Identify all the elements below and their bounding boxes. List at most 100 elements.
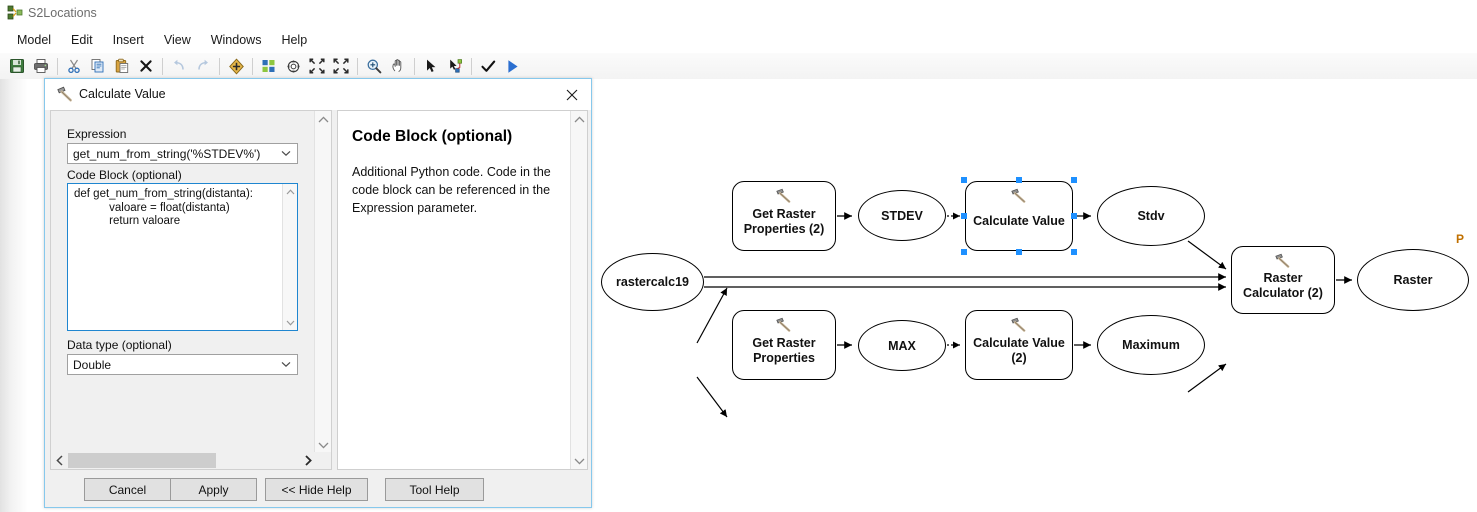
dialog-button-row: Cancel Apply << Hide Help Tool Help [45,472,593,509]
model-node-raster-calculator-2[interactable]: Raster Calculator (2) [1231,246,1335,314]
selection-handle-nw[interactable] [961,177,967,183]
params-horizontal-scrollbar[interactable] [51,452,331,469]
toolbar-separator [357,57,358,75]
hammer-tool-icon [1273,253,1293,269]
selection-handle-e[interactable] [1071,213,1077,219]
auto-layout-icon[interactable] [258,55,280,77]
hammer-tool-icon [1009,317,1029,333]
menu-item-view[interactable]: View [155,29,200,51]
code-block-scrollbar[interactable] [282,184,297,330]
model-node-raster[interactable]: Raster [1357,249,1469,311]
chevron-down-icon[interactable] [281,355,291,374]
toolbar-separator [162,57,163,75]
run-icon[interactable] [501,55,523,77]
scroll-down-icon[interactable] [571,453,587,469]
apply-button[interactable]: Apply [170,478,257,501]
model-node-max[interactable]: MAX [858,320,946,371]
node-label: Maximum [1122,338,1180,352]
select-tool-icon[interactable] [420,55,442,77]
scroll-up-icon[interactable] [283,184,297,199]
data-type-select[interactable]: Double [67,354,298,375]
model-node-rastercalc19[interactable]: rastercalc19 [601,253,704,311]
params-vertical-scrollbar[interactable] [314,111,331,453]
menu-item-model[interactable]: Model [8,29,60,51]
model-node-stdv[interactable]: Stdv [1097,186,1205,246]
selection-handle-se[interactable] [1071,249,1077,255]
toolbar-separator [219,57,220,75]
code-block-input[interactable]: def get_num_from_string(distanta): valoa… [67,183,298,331]
node-label: Stdv [1137,209,1165,223]
selection-handle-sw[interactable] [961,249,967,255]
scroll-up-icon[interactable] [571,111,587,127]
model-node-calculate-value[interactable]: Calculate Value [961,177,1077,255]
model-node-get-raster-properties[interactable]: Get Raster Properties [732,310,836,380]
hammer-tool-icon [774,317,794,333]
parameter-marker: P [1456,232,1465,246]
validate-icon[interactable] [477,55,499,77]
toolbar [0,53,1477,80]
zoom-in-icon[interactable] [330,55,352,77]
paste-icon[interactable] [111,55,133,77]
dialog-body: Expression get_num_from_string('%STDEV%'… [45,110,593,509]
redo-icon[interactable] [192,55,214,77]
node-label: MAX [888,338,916,353]
menubar: Model Edit Insert View Windows Help [0,26,1477,53]
scroll-right-icon[interactable] [300,452,317,469]
zoom-tool-icon[interactable] [363,55,385,77]
selection-handle-n[interactable] [1016,177,1022,183]
delete-icon[interactable] [135,55,157,77]
code-block-value: def get_num_from_string(distanta): valoa… [74,188,253,227]
model-node-maximum[interactable]: Maximum [1097,315,1205,375]
model-builder-icon [7,5,23,21]
node-label: Raster [1393,273,1433,287]
dialog-title: Calculate Value [79,87,166,101]
add-data-icon[interactable] [225,55,247,77]
toolbar-separator [57,57,58,75]
menu-item-windows[interactable]: Windows [202,29,271,51]
model-node-calculate-value-2[interactable]: Calculate Value (2) [965,310,1073,380]
selection-handle-s[interactable] [1016,249,1022,255]
selection-handle-w[interactable] [961,213,967,219]
window-titlebar: S2Locations [0,0,1477,26]
cancel-button[interactable]: Cancel [84,478,171,501]
chevron-down-icon[interactable] [281,144,291,163]
selection-handle-ne[interactable] [1071,177,1077,183]
help-pane: Code Block (optional) Additional Python … [337,110,588,470]
print-icon[interactable] [30,55,52,77]
zoom-out-icon[interactable] [306,55,328,77]
undo-icon[interactable] [168,55,190,77]
scroll-up-icon[interactable] [315,111,331,127]
expression-value: get_num_from_string('%STDEV%') [73,146,261,161]
save-icon[interactable] [6,55,28,77]
toolbar-separator [414,57,415,75]
model-node-stdev[interactable]: STDEV [858,190,946,241]
help-vertical-scrollbar[interactable] [570,111,587,469]
cut-icon[interactable] [63,55,85,77]
hammer-tool-icon [56,86,74,102]
hide-help-button[interactable]: << Hide Help [265,478,368,501]
scrollbar-thumb[interactable] [68,453,216,468]
close-icon[interactable] [557,83,587,107]
menu-item-help[interactable]: Help [272,29,316,51]
scroll-left-icon[interactable] [51,452,68,469]
node-label: Calculate Value [973,214,1065,228]
hammer-tool-icon [1009,188,1029,204]
data-type-label: Data type (optional) [67,338,172,352]
connect-tool-icon[interactable] [444,55,466,77]
calculate-value-dialog: Calculate Value Expression get_num_from_… [44,78,592,508]
menu-item-edit[interactable]: Edit [62,29,102,51]
full-extent-icon[interactable] [282,55,304,77]
expression-input[interactable]: get_num_from_string('%STDEV%') [67,143,298,164]
dialog-titlebar: Calculate Value [45,79,591,110]
toolbar-separator [252,57,253,75]
copy-icon[interactable] [87,55,109,77]
scroll-down-icon[interactable] [283,315,297,330]
scroll-down-icon[interactable] [315,437,331,453]
data-type-value: Double [73,357,112,372]
menu-item-insert[interactable]: Insert [104,29,153,51]
pan-tool-icon[interactable] [387,55,409,77]
tool-help-button[interactable]: Tool Help [385,478,484,501]
model-node-get-raster-properties-2[interactable]: Get Raster Properties (2) [732,181,836,251]
parameters-pane: Expression get_num_from_string('%STDEV%'… [50,110,332,470]
hammer-tool-icon [774,188,794,204]
